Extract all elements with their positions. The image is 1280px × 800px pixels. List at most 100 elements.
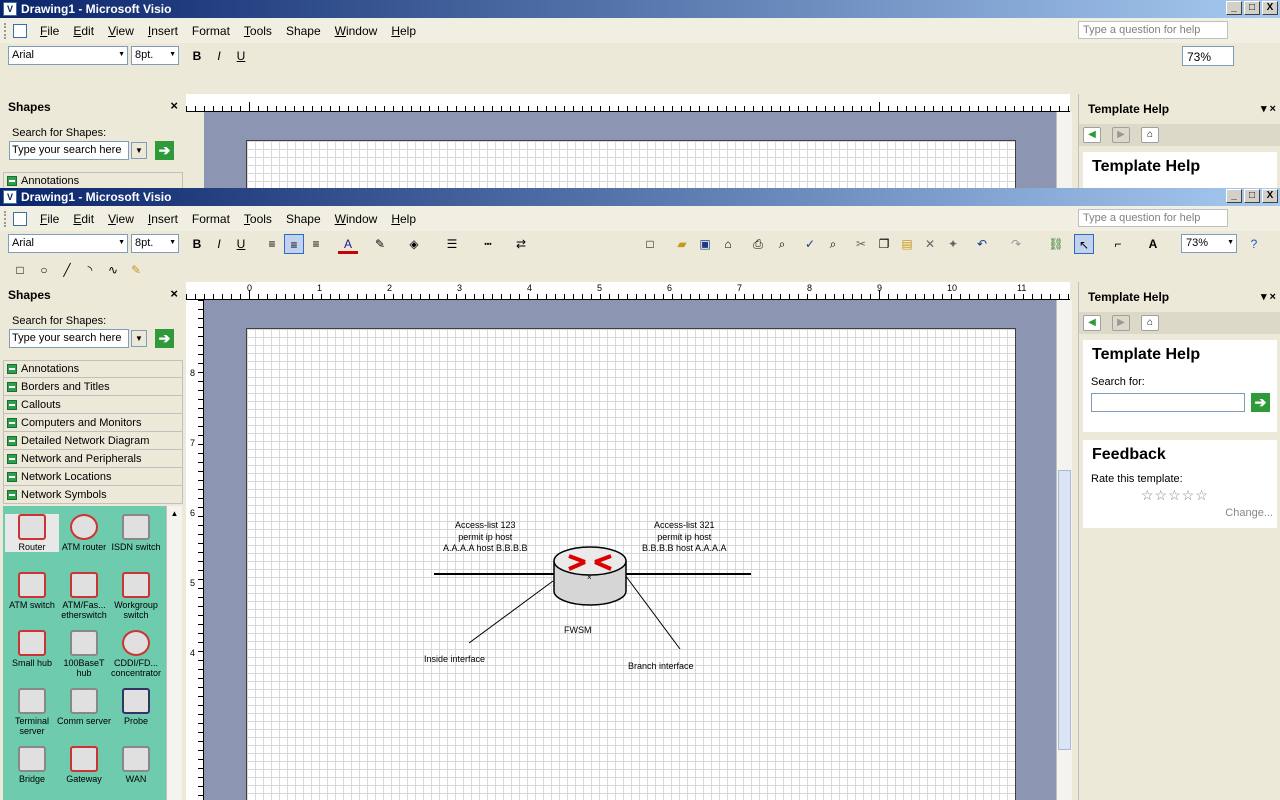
vertical-scrollbar[interactable] [1056, 112, 1072, 188]
font-size-box[interactable]: 8pt. ▼ [131, 234, 179, 253]
pencil-tool-icon[interactable]: ✎ [126, 260, 146, 280]
menu-tools[interactable]: Tools [244, 24, 272, 38]
maximize-button[interactable]: □ [1244, 189, 1260, 203]
pane-menu-icon[interactable]: ▾ × [1261, 290, 1276, 303]
search-dropdown-icon[interactable]: ▼ [131, 142, 147, 159]
print-icon[interactable]: ⎙ [748, 234, 768, 254]
minimize-button[interactable]: _ [1226, 1, 1242, 15]
menu-shape[interactable]: Shape [286, 24, 321, 38]
stencil-network-locations[interactable]: Network Locations [3, 468, 183, 486]
undo-icon[interactable]: ↶ [972, 234, 992, 254]
master-100baset-hub[interactable]: 100BaseT hub [57, 630, 111, 678]
shape-search-input[interactable]: Type your search here [9, 141, 129, 160]
font-size-box[interactable]: 8pt. ▼ [131, 46, 179, 65]
stencil-annotations[interactable]: Annotations [3, 360, 183, 378]
master-bridge[interactable]: Bridge [5, 746, 59, 784]
line-ends-icon[interactable]: ⇄ [511, 234, 531, 254]
master-workgroup-switch[interactable]: Workgroup switch [109, 572, 163, 620]
bold-button[interactable]: B [187, 234, 207, 254]
menu-shape[interactable]: Shape [286, 212, 321, 226]
master-wan[interactable]: WAN [109, 746, 163, 784]
close-button[interactable]: X [1262, 1, 1278, 15]
rating-stars[interactable]: ☆☆☆☆☆ [1141, 487, 1209, 504]
open-icon[interactable]: ▰ [672, 234, 692, 254]
ellipse-tool-icon[interactable]: ○ [34, 260, 54, 280]
acl-right-text[interactable]: Access-list 321 permit ip host B.B.B.B h… [642, 520, 727, 555]
align-right-icon[interactable]: ≡ [306, 234, 326, 254]
stencil-borders-titles[interactable]: Borders and Titles [3, 378, 183, 396]
line-color-icon[interactable]: ✎ [370, 234, 390, 254]
help-search-input[interactable] [1091, 393, 1245, 412]
minimize-button[interactable]: _ [1226, 189, 1242, 203]
print-preview-icon[interactable]: ⌕ [772, 234, 792, 254]
line-pattern-icon[interactable]: ┅ [478, 234, 498, 254]
save-icon[interactable]: ▣ [695, 234, 715, 254]
master-concentrator[interactable]: CDDI/FD... concentrator [109, 630, 163, 678]
connector-tool-icon[interactable]: ⌐ [1108, 234, 1128, 254]
help-icon[interactable]: ? [1244, 234, 1264, 254]
menu-tools[interactable]: Tools [244, 212, 272, 226]
permission-icon[interactable]: ⌂ [718, 234, 738, 254]
scroll-up-icon[interactable]: ▲ [167, 509, 182, 518]
menu-edit[interactable]: Edit [73, 24, 94, 38]
help-search-go-button[interactable]: ➔ [1251, 393, 1270, 412]
master-probe[interactable]: Probe [109, 688, 163, 726]
zoom-box[interactable]: 73% [1182, 46, 1234, 66]
vertical-ruler[interactable]: 8 7 6 5 4 [186, 300, 204, 800]
inside-interface-label[interactable]: Inside interface [424, 654, 485, 666]
palette-scrollbar[interactable]: ▲ [166, 506, 182, 800]
bold-button[interactable]: B [187, 46, 207, 66]
format-painter-icon[interactable]: ✦ [943, 234, 963, 254]
drawing-page[interactable] [246, 140, 1016, 188]
vertical-scrollbar[interactable] [1056, 300, 1072, 800]
acl-left-text[interactable]: Access-list 123 permit ip host A.A.A.A h… [443, 520, 528, 555]
stencil-callouts[interactable]: Callouts [3, 396, 183, 414]
menu-format[interactable]: Format [192, 24, 230, 38]
hyperlink-icon[interactable]: ⛓ [1046, 234, 1066, 254]
stencil-computers-monitors[interactable]: Computers and Monitors [3, 414, 183, 432]
font-name-box[interactable]: Arial ▼ [8, 46, 128, 65]
horizontal-ruler[interactable] [186, 94, 1070, 112]
title-bar[interactable]: V Drawing1 - Microsoft Visio _ □ X [0, 0, 1280, 18]
menu-file[interactable]: File [40, 212, 59, 226]
line-weight-icon[interactable]: ☰ [442, 234, 462, 254]
redo-icon[interactable]: ↷ [1006, 234, 1026, 254]
master-atm-switch[interactable]: ATM switch [5, 572, 59, 610]
master-gateway[interactable]: Gateway [57, 746, 111, 784]
router-icon[interactable]: × [553, 546, 627, 606]
close-button[interactable]: X [1262, 189, 1278, 203]
arc-tool-icon[interactable]: ◝ [80, 260, 100, 280]
document-icon[interactable] [13, 23, 27, 38]
ask-question-box[interactable]: Type a question for help [1078, 209, 1228, 227]
master-comm-server[interactable]: Comm server [57, 688, 111, 726]
change-link[interactable]: Change... [1225, 507, 1273, 519]
menu-insert[interactable]: Insert [148, 212, 178, 226]
menu-insert[interactable]: Insert [148, 24, 178, 38]
menu-file[interactable]: File [40, 24, 59, 38]
underline-button[interactable]: U [231, 46, 251, 66]
back-icon[interactable]: ◀ [1083, 127, 1101, 143]
horizontal-ruler[interactable]: 0 1 2 3 4 5 6 7 8 9 10 11 [186, 282, 1070, 300]
new-icon[interactable]: □ [640, 234, 660, 254]
master-atm-router[interactable]: ATM router [57, 514, 111, 552]
title-bar[interactable]: V Drawing1 - Microsoft Visio _ □ X [0, 188, 1280, 206]
fill-color-icon[interactable]: ◈ [404, 234, 424, 254]
drawing-canvas[interactable] [204, 112, 1056, 188]
shape-search-go-button[interactable]: ➔ [155, 141, 174, 160]
master-router[interactable]: Router [5, 514, 59, 552]
document-icon[interactable] [13, 211, 27, 226]
home-icon[interactable]: ⌂ [1141, 127, 1159, 143]
shape-search-input[interactable]: Type your search here [9, 329, 129, 348]
pointer-tool-icon[interactable]: ↖ [1074, 234, 1094, 254]
stencil-detailed-network[interactable]: Detailed Network Diagram [3, 432, 183, 450]
line-tool-icon[interactable]: ╱ [57, 260, 77, 280]
research-icon[interactable]: ⌕ [823, 234, 843, 254]
shape-search-go-button[interactable]: ➔ [155, 329, 174, 348]
spelling-icon[interactable]: ✓ [800, 234, 820, 254]
master-etherswitch[interactable]: ATM/Fas... etherswitch [57, 572, 111, 620]
drawing-page[interactable]: × Access-list 123 permit ip host A.A.A.A… [246, 328, 1016, 800]
menu-edit[interactable]: Edit [73, 212, 94, 226]
home-icon[interactable]: ⌂ [1141, 315, 1159, 331]
menu-window[interactable]: Window [335, 212, 378, 226]
branch-callout-line[interactable] [624, 574, 681, 650]
